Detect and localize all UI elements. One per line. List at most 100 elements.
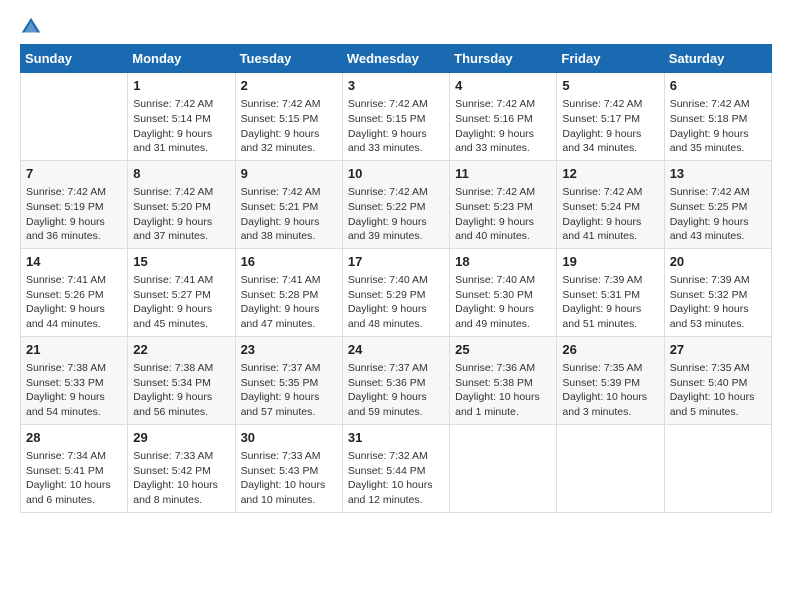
day-number: 5 <box>562 77 658 95</box>
calendar-cell: 24Sunrise: 7:37 AMSunset: 5:36 PMDayligh… <box>342 336 449 424</box>
sunset-text: Sunset: 5:36 PM <box>348 376 444 391</box>
column-header-thursday: Thursday <box>450 45 557 73</box>
sunrise-text: Sunrise: 7:42 AM <box>348 185 444 200</box>
day-number: 23 <box>241 341 337 359</box>
calendar-cell <box>664 424 771 512</box>
sunrise-text: Sunrise: 7:38 AM <box>26 361 122 376</box>
sunrise-text: Sunrise: 7:37 AM <box>241 361 337 376</box>
column-header-friday: Friday <box>557 45 664 73</box>
calendar-cell: 15Sunrise: 7:41 AMSunset: 5:27 PMDayligh… <box>128 248 235 336</box>
calendar-cell: 1Sunrise: 7:42 AMSunset: 5:14 PMDaylight… <box>128 73 235 161</box>
sunset-text: Sunset: 5:34 PM <box>133 376 229 391</box>
calendar-week-row: 7Sunrise: 7:42 AMSunset: 5:19 PMDaylight… <box>21 160 772 248</box>
calendar-cell: 6Sunrise: 7:42 AMSunset: 5:18 PMDaylight… <box>664 73 771 161</box>
sunrise-text: Sunrise: 7:32 AM <box>348 449 444 464</box>
sunrise-text: Sunrise: 7:42 AM <box>133 97 229 112</box>
sunrise-text: Sunrise: 7:39 AM <box>562 273 658 288</box>
calendar-cell: 10Sunrise: 7:42 AMSunset: 5:22 PMDayligh… <box>342 160 449 248</box>
daylight-text: Daylight: 10 hours and 3 minutes. <box>562 390 658 419</box>
sunrise-text: Sunrise: 7:35 AM <box>670 361 766 376</box>
sunset-text: Sunset: 5:26 PM <box>26 288 122 303</box>
day-number: 10 <box>348 165 444 183</box>
daylight-text: Daylight: 9 hours and 36 minutes. <box>26 215 122 244</box>
sunrise-text: Sunrise: 7:40 AM <box>455 273 551 288</box>
sunrise-text: Sunrise: 7:42 AM <box>26 185 122 200</box>
sunrise-text: Sunrise: 7:41 AM <box>241 273 337 288</box>
calendar-cell: 5 Sunrise: 7:42 AMSunset: 5:17 PMDaylight… <box>557 73 664 161</box>
day-number: 21 <box>26 341 122 359</box>
day-number: 9 <box>241 165 337 183</box>
calendar-week-row: 1Sunrise: 7:42 AMSunset: 5:14 PMDaylight… <box>21 73 772 161</box>
page-header <box>20 16 772 38</box>
day-number: 4 <box>455 77 551 95</box>
daylight-text: Daylight: 9 hours and 47 minutes. <box>241 302 337 331</box>
sunrise-text: Sunrise: 7:34 AM <box>26 449 122 464</box>
daylight-text: Daylight: 9 hours and 34 minutes. <box>562 127 658 156</box>
day-number: 31 <box>348 429 444 447</box>
sunset-text: Sunset: 5:21 PM <box>241 200 337 215</box>
calendar-cell: 21Sunrise: 7:38 AMSunset: 5:33 PMDayligh… <box>21 336 128 424</box>
daylight-text: Daylight: 9 hours and 57 minutes. <box>241 390 337 419</box>
sunset-text: Sunset: 5:25 PM <box>670 200 766 215</box>
day-number: 25 <box>455 341 551 359</box>
sunset-text: Sunset: 5:23 PM <box>455 200 551 215</box>
column-header-saturday: Saturday <box>664 45 771 73</box>
daylight-text: Daylight: 9 hours and 35 minutes. <box>670 127 766 156</box>
sunset-text: Sunset: 5:39 PM <box>562 376 658 391</box>
calendar-table: SundayMondayTuesdayWednesdayThursdayFrid… <box>20 44 772 513</box>
day-number: 15 <box>133 253 229 271</box>
daylight-text: Daylight: 9 hours and 40 minutes. <box>455 215 551 244</box>
calendar-cell: 2Sunrise: 7:42 AMSunset: 5:15 PMDaylight… <box>235 73 342 161</box>
column-header-monday: Monday <box>128 45 235 73</box>
daylight-text: Daylight: 9 hours and 49 minutes. <box>455 302 551 331</box>
daylight-text: Daylight: 10 hours and 1 minute. <box>455 390 551 419</box>
sunrise-text: Sunrise: 7:33 AM <box>133 449 229 464</box>
calendar-week-row: 21Sunrise: 7:38 AMSunset: 5:33 PMDayligh… <box>21 336 772 424</box>
daylight-text: Daylight: 9 hours and 39 minutes. <box>348 215 444 244</box>
sunset-text: Sunset: 5:43 PM <box>241 464 337 479</box>
day-number: 8 <box>133 165 229 183</box>
sunrise-text: Sunrise: 7:42 AM <box>562 185 658 200</box>
day-number: 14 <box>26 253 122 271</box>
day-number: 22 <box>133 341 229 359</box>
day-number: 6 <box>670 77 766 95</box>
calendar-cell: 12Sunrise: 7:42 AMSunset: 5:24 PMDayligh… <box>557 160 664 248</box>
day-number: 29 <box>133 429 229 447</box>
sunset-text: Sunset: 5:28 PM <box>241 288 337 303</box>
day-number: 18 <box>455 253 551 271</box>
day-number: 20 <box>670 253 766 271</box>
day-number: 1 <box>133 77 229 95</box>
daylight-text: Daylight: 9 hours and 51 minutes. <box>562 302 658 331</box>
sunrise-text: Sunrise: 7:42 AM <box>348 97 444 112</box>
sunset-text: Sunset: 5:41 PM <box>26 464 122 479</box>
sunrise-text: Sunrise: 7:36 AM <box>455 361 551 376</box>
sunrise-text: Sunrise: 7:42 AM <box>455 185 551 200</box>
calendar-cell <box>557 424 664 512</box>
calendar-cell: 17Sunrise: 7:40 AMSunset: 5:29 PMDayligh… <box>342 248 449 336</box>
column-headers-row: SundayMondayTuesdayWednesdayThursdayFrid… <box>21 45 772 73</box>
sunset-text: Sunset: 5:24 PM <box>562 200 658 215</box>
daylight-text: Daylight: 10 hours and 12 minutes. <box>348 478 444 507</box>
daylight-text: Daylight: 9 hours and 43 minutes. <box>670 215 766 244</box>
calendar-cell: 28Sunrise: 7:34 AMSunset: 5:41 PMDayligh… <box>21 424 128 512</box>
daylight-text: Daylight: 9 hours and 56 minutes. <box>133 390 229 419</box>
sunset-text: Sunset: 5:42 PM <box>133 464 229 479</box>
day-number: 24 <box>348 341 444 359</box>
calendar-cell: 7Sunrise: 7:42 AMSunset: 5:19 PMDaylight… <box>21 160 128 248</box>
day-number: 30 <box>241 429 337 447</box>
calendar-cell: 14Sunrise: 7:41 AMSunset: 5:26 PMDayligh… <box>21 248 128 336</box>
sunset-text: Sunset: 5:30 PM <box>455 288 551 303</box>
sunset-text: Sunset: 5:29 PM <box>348 288 444 303</box>
daylight-text: Daylight: 10 hours and 8 minutes. <box>133 478 229 507</box>
calendar-cell: 8Sunrise: 7:42 AMSunset: 5:20 PMDaylight… <box>128 160 235 248</box>
sunrise-text: Sunrise: 7:42 AM <box>133 185 229 200</box>
calendar-cell: 11Sunrise: 7:42 AMSunset: 5:23 PMDayligh… <box>450 160 557 248</box>
calendar-cell: 30Sunrise: 7:33 AMSunset: 5:43 PMDayligh… <box>235 424 342 512</box>
sunset-text: Sunset: 5:17 PM <box>562 112 658 127</box>
sunrise-text: Sunrise: 7:42 AM <box>562 97 658 112</box>
day-number: 28 <box>26 429 122 447</box>
calendar-cell: 26Sunrise: 7:35 AMSunset: 5:39 PMDayligh… <box>557 336 664 424</box>
calendar-cell: 13Sunrise: 7:42 AMSunset: 5:25 PMDayligh… <box>664 160 771 248</box>
logo-icon <box>20 16 42 38</box>
calendar-cell: 25Sunrise: 7:36 AMSunset: 5:38 PMDayligh… <box>450 336 557 424</box>
